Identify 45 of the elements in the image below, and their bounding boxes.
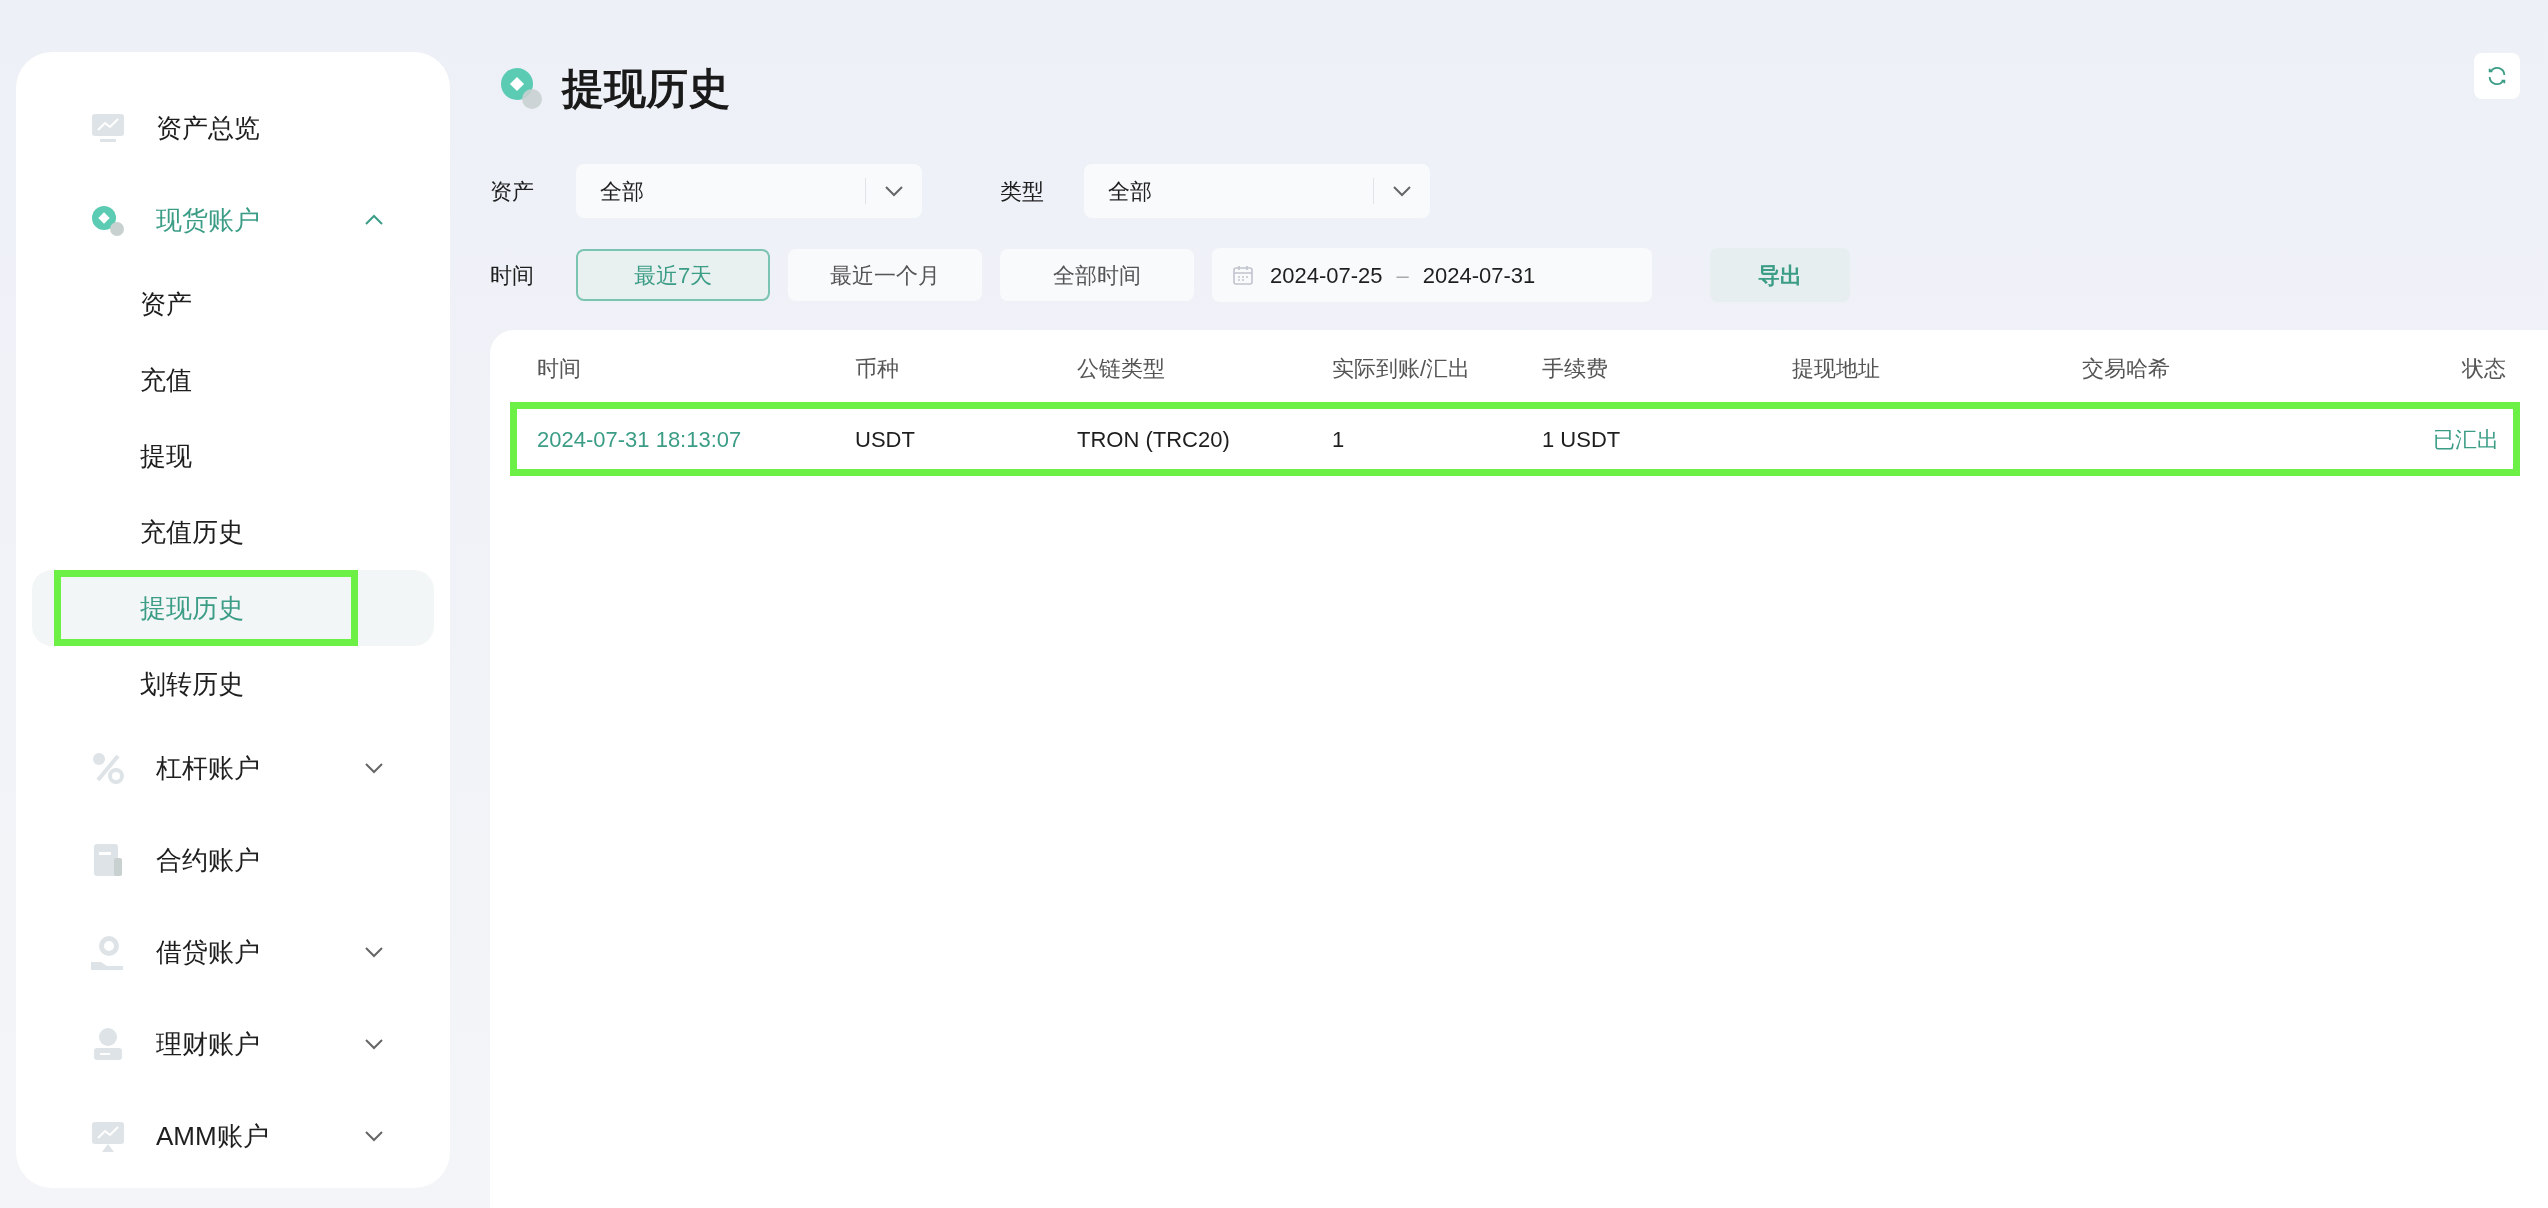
- chevron-icon[interactable]: [884, 185, 904, 197]
- sidebar-item[interactable]: 合约账户: [156, 840, 260, 880]
- table-cell-text: 2024-07-31 18:13:07: [537, 425, 743, 454]
- filter-label: 资产: [490, 177, 535, 206]
- chevron-icon[interactable]: [364, 214, 384, 226]
- calendar-icon: [1232, 264, 1254, 286]
- column-header: 币种: [855, 354, 900, 383]
- sidebar-subitem[interactable]: 充值历史: [140, 512, 244, 552]
- sidebar-item[interactable]: 理财账户: [156, 1024, 260, 1064]
- column-header: 状态: [2462, 354, 2507, 383]
- refresh-button[interactable]: [2474, 53, 2520, 99]
- sidebar-item[interactable]: 资产总览: [156, 108, 260, 148]
- column-header: 交易哈希: [2082, 354, 2171, 383]
- refresh-icon: [2486, 65, 2508, 87]
- table-cell-text: TRON (TRC20): [1077, 425, 1231, 454]
- chevron-icon[interactable]: [364, 946, 384, 958]
- coin-logo-icon: [498, 65, 544, 111]
- table-cell-text: 1: [1332, 425, 1346, 454]
- select-field[interactable]: 全部: [1084, 164, 1430, 218]
- chevron-icon[interactable]: [364, 1130, 384, 1142]
- table-cell-text: USDT: [855, 425, 916, 454]
- filter-label: 时间: [490, 261, 535, 290]
- select-field[interactable]: 全部: [576, 164, 922, 218]
- column-header: 公链类型: [1077, 354, 1166, 383]
- range-tab[interactable]: 最近一个月: [788, 249, 982, 301]
- column-header: 时间: [537, 354, 582, 383]
- sidebar-item[interactable]: AMM账户: [156, 1116, 269, 1156]
- table-cell-text: 1 USDT: [1542, 425, 1622, 454]
- sidebar-item[interactable]: 杠杆账户: [156, 748, 260, 788]
- sidebar-subitem[interactable]: 资产: [140, 284, 192, 324]
- sidebar-subitem[interactable]: 提现: [140, 436, 192, 476]
- range-tab[interactable]: 全部时间: [1000, 249, 1194, 301]
- sidebar-subitem[interactable]: 划转历史: [140, 664, 244, 704]
- sidebar-subitem[interactable]: 充值: [140, 360, 192, 400]
- chevron-icon[interactable]: [364, 762, 384, 774]
- date-range-field[interactable]: 2024-07-25 – 2024-07-31: [1212, 248, 1652, 302]
- column-header: 实际到账/汇出: [1332, 354, 1472, 383]
- chevron-icon[interactable]: [1392, 185, 1412, 197]
- table-cell-text: 已汇出: [2433, 425, 2500, 454]
- page-title: 提现历史: [562, 63, 730, 114]
- sidebar-item[interactable]: 借贷账户: [156, 932, 260, 972]
- column-header: 手续费: [1542, 354, 1609, 383]
- filter-label: 类型: [1000, 177, 1045, 206]
- column-header: 提现地址: [1792, 354, 1881, 383]
- chevron-icon[interactable]: [364, 1038, 384, 1050]
